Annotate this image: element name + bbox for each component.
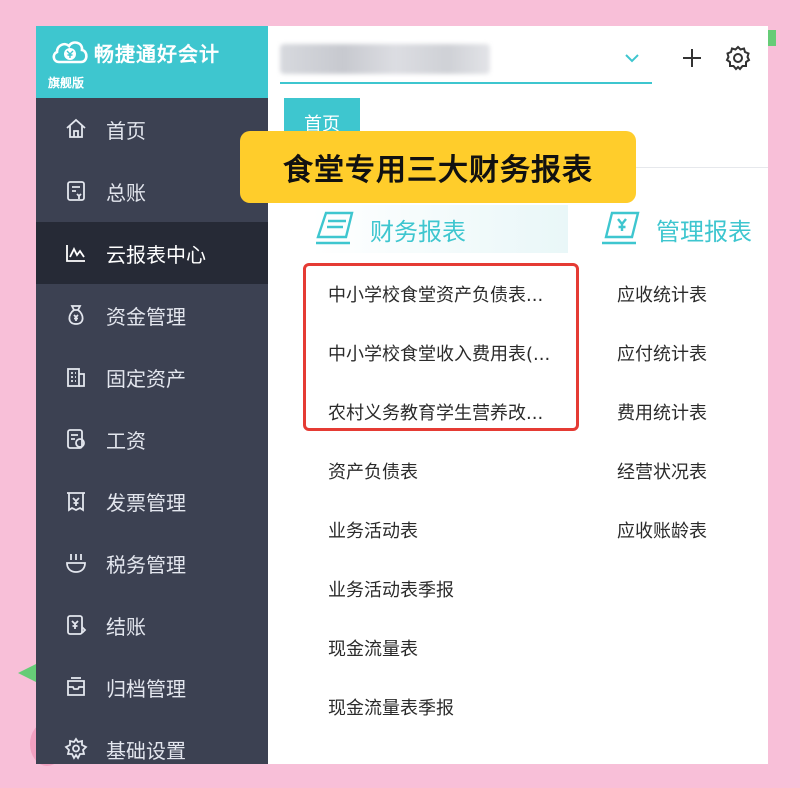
report-link[interactable]: 资产负债表 [328,441,572,500]
sidebar-item-salary[interactable]: 工资 [36,408,268,470]
sidebar-item-label: 基础设置 [106,738,186,763]
sidebar-item-label: 工资 [106,428,146,453]
report-link[interactable]: 业务活动表季报 [328,559,572,618]
management-reports-header: 管理报表 [598,205,768,253]
chart-line-icon [64,241,88,265]
brand-header[interactable]: 畅捷通好会计 旗舰版 [36,26,268,98]
report-link[interactable]: 现金流量表季报 [328,677,572,736]
money-bag-icon [64,303,88,327]
sidebar: 畅捷通好会计 旗舰版 首页 总账 云报表中心 资金管理 固定资产 工资 发票管理… [36,26,268,764]
sidebar-item-funds[interactable]: 资金管理 [36,284,268,346]
sidebar-item-label: 固定资产 [106,366,186,391]
top-header [268,26,768,98]
sidebar-item-home[interactable]: 首页 [36,98,268,160]
report-link[interactable]: 业务活动表 [328,500,572,559]
sidebar-item-ledger[interactable]: 总账 [36,160,268,222]
sidebar-item-fixed-assets[interactable]: 固定资产 [36,346,268,408]
home-icon [64,117,88,141]
brand-edition: 旗舰版 [48,76,85,90]
financial-reports-title: 财务报表 [370,217,466,246]
sidebar-item-cloud-reports[interactable]: 云报表中心 [36,222,268,284]
sidebar-item-label: 发票管理 [106,490,186,515]
sidebar-item-label: 总账 [106,180,146,205]
sidebar-item-label: 云报表中心 [106,242,206,267]
report-link[interactable]: 现金流量表 [328,618,572,677]
report-link[interactable]: 应收账龄表 [617,500,767,559]
promo-banner: 食堂专用三大财务报表 [240,131,636,203]
management-report-icon [602,211,640,245]
financial-reports-header: 财务报表 [312,205,568,253]
sidebar-item-label: 税务管理 [106,552,186,577]
gear-icon[interactable] [723,43,753,73]
sidebar-item-tax[interactable]: 税务管理 [36,532,268,594]
sidebar-item-label: 结账 [106,614,146,639]
tax-icon [64,551,88,575]
salary-icon [64,427,88,451]
sidebar-item-label: 首页 [106,118,146,143]
sidebar-item-settings[interactable]: 基础设置 [36,718,268,764]
decoration-tab [768,30,776,46]
management-reports-title: 管理报表 [656,217,752,246]
building-icon [64,365,88,389]
account-select[interactable] [280,40,652,84]
archive-icon [64,675,88,699]
gear-icon [64,737,88,761]
plus-icon[interactable] [678,44,706,72]
report-link[interactable]: 应收统计表 [617,264,767,323]
sidebar-nav: 首页 总账 云报表中心 资金管理 固定资产 工资 发票管理 税务管理 结账 归档… [36,98,268,764]
ledger-icon [64,179,88,203]
checkout-icon [64,613,88,637]
account-name-blurred [280,44,490,74]
sidebar-item-label: 资金管理 [106,304,186,329]
decoration-triangle [18,664,36,682]
management-reports-list: 应收统计表 应付统计表 费用统计表 经营状况表 应收账龄表 [617,264,767,559]
report-link[interactable]: 费用统计表 [617,382,767,441]
sidebar-item-invoice[interactable]: 发票管理 [36,470,268,532]
financial-report-icon [316,211,354,245]
invoice-icon [64,489,88,513]
sidebar-item-archive[interactable]: 归档管理 [36,656,268,718]
chevron-down-icon [625,54,639,63]
sidebar-item-checkout[interactable]: 结账 [36,594,268,656]
cloud-coin-icon [52,41,88,64]
brand-name: 畅捷通好会计 [94,42,220,66]
highlight-box [303,263,579,431]
report-link[interactable]: 经营状况表 [617,441,767,500]
sidebar-item-label: 归档管理 [106,676,186,701]
report-link[interactable]: 应付统计表 [617,323,767,382]
